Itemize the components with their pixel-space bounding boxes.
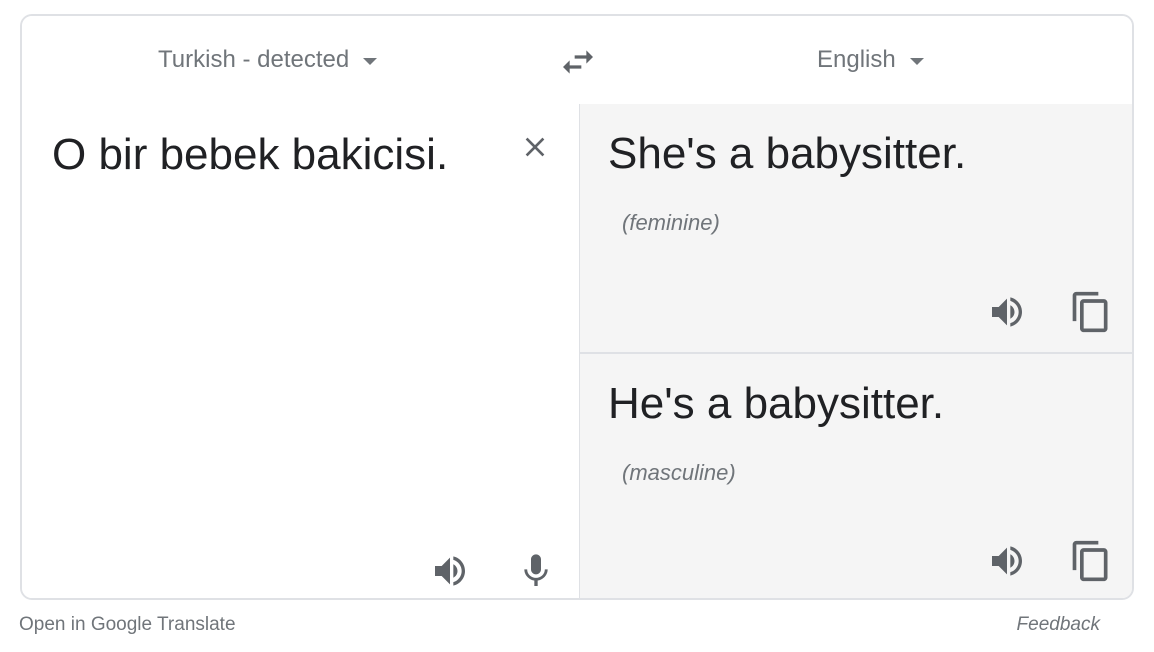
- source-language-select[interactable]: Turkish - detected: [158, 16, 378, 104]
- copy-translation-button[interactable]: [1069, 290, 1113, 334]
- copy-translation-button[interactable]: [1069, 539, 1113, 583]
- source-pane: O bir bebek bakicisi.: [22, 104, 580, 598]
- gender-label: (feminine): [622, 210, 720, 235]
- copy-icon: [1072, 291, 1108, 333]
- translation-text: He's a babysitter.: [608, 379, 945, 428]
- source-language-label: Turkish - detected: [158, 46, 350, 73]
- translation-result-feminine: She's a babysitter. (feminine): [580, 104, 1132, 354]
- listen-translation-button[interactable]: [985, 290, 1029, 334]
- listen-translation-button[interactable]: [985, 539, 1029, 583]
- translation-text: She's a babysitter.: [608, 129, 967, 178]
- source-text-input[interactable]: O bir bebek bakicisi.: [52, 124, 492, 186]
- speaker-icon: [992, 297, 1022, 327]
- chevron-down-icon: [909, 58, 924, 65]
- swap-languages-button[interactable]: [554, 38, 602, 86]
- target-language-select[interactable]: English: [817, 16, 924, 104]
- close-icon: [525, 137, 545, 157]
- speaker-icon: [435, 556, 465, 586]
- gender-label: (masculine): [622, 460, 736, 485]
- chevron-down-icon: [363, 58, 378, 65]
- target-language-label: English: [817, 46, 896, 73]
- microphone-icon: [524, 554, 548, 586]
- voice-input-button[interactable]: [514, 549, 558, 593]
- swap-icon: [563, 50, 593, 74]
- translate-card: Turkish - detected English O bir bebek b…: [20, 14, 1134, 600]
- translation-result-masculine: He's a babysitter. (masculine): [580, 354, 1132, 598]
- listen-source-button[interactable]: [428, 549, 472, 593]
- open-in-google-translate-link[interactable]: Open in Google Translate: [19, 614, 236, 636]
- copy-icon: [1072, 540, 1108, 582]
- language-bar: Turkish - detected English: [22, 16, 1132, 105]
- feedback-link[interactable]: Feedback: [1017, 614, 1100, 636]
- speaker-icon: [992, 546, 1022, 576]
- translation-pane: She's a babysitter. (feminine) He's a ba…: [580, 104, 1132, 598]
- clear-source-button[interactable]: [514, 126, 556, 168]
